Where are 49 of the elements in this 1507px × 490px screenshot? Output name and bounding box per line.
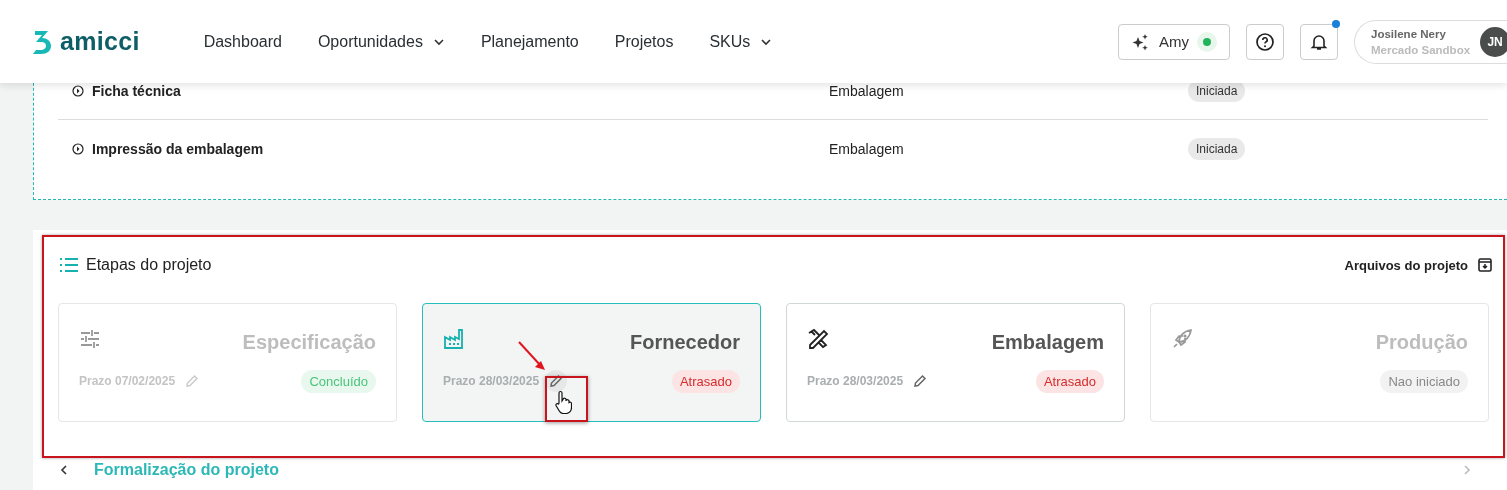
status-badge: Iniciada xyxy=(1188,138,1246,160)
logo-icon xyxy=(30,28,54,55)
nav-link[interactable]: Planejamento xyxy=(480,32,579,51)
stage-card[interactable]: Fornecedor Prazo 28/03/2025 Atrasado xyxy=(422,303,761,422)
status-badge: Concluído xyxy=(301,369,376,393)
user-name: Josilene Nery xyxy=(1371,26,1447,42)
section-title: Etapas do projeto xyxy=(86,256,212,274)
archive-download-icon xyxy=(1478,258,1492,272)
task-name: Ficha técnica xyxy=(92,83,181,99)
status-badge: Atrasado xyxy=(671,369,740,393)
stage-title: Especificação xyxy=(242,331,376,354)
ruler-pencil-icon xyxy=(807,328,829,350)
deadline-text: Prazo 07/02/2025 xyxy=(79,374,176,388)
nav-link[interactable]: Oportunidades xyxy=(317,32,445,51)
factory-icon xyxy=(443,328,465,350)
stage-title: Fornecedor xyxy=(629,331,740,354)
deadline-text: Prazo 28/03/2025 xyxy=(443,374,540,388)
task-category: Embalagem xyxy=(829,83,905,99)
stage-title: Embalagem xyxy=(991,331,1104,354)
project-files-link[interactable]: Arquivos do projeto xyxy=(1344,257,1492,273)
rocket-icon xyxy=(1171,328,1193,350)
nav-link[interactable]: Projetos xyxy=(614,32,674,51)
assistant-button[interactable]: Amy xyxy=(1118,23,1230,60)
list-icon xyxy=(60,258,78,272)
stage-title: Produção xyxy=(1375,331,1468,354)
chevron-left-icon xyxy=(58,464,70,476)
pencil-icon xyxy=(913,374,928,388)
notifications-button[interactable] xyxy=(1300,23,1338,60)
help-button[interactable] xyxy=(1246,23,1284,60)
help-icon xyxy=(1255,31,1275,52)
pencil-icon xyxy=(185,374,200,388)
logo-text: amicci xyxy=(60,27,140,56)
chevron-right-icon xyxy=(1461,464,1473,476)
task-name: Impressão da embalagem xyxy=(92,141,264,157)
arrow-icon xyxy=(517,340,547,372)
user-menu[interactable]: Josilene Nery Mercado Sandbox JN xyxy=(1354,19,1507,64)
status-badge: Atrasado xyxy=(1035,369,1104,393)
pencil-icon xyxy=(549,374,564,388)
user-avatar: JN xyxy=(1480,26,1507,57)
stage-card[interactable]: Embalagem Prazo 28/03/2025 Atrasado xyxy=(786,303,1125,422)
sliders-icon xyxy=(79,328,101,350)
status-badge: Nao iniciado xyxy=(1380,369,1468,393)
nav-link[interactable]: Dashboard xyxy=(203,32,282,51)
task-category: Embalagem xyxy=(829,141,905,157)
nav-link[interactable]: SKUs xyxy=(709,32,773,51)
hand-cursor-icon xyxy=(554,390,572,414)
previous-button[interactable] xyxy=(58,464,70,476)
user-organization: Mercado Sandbox xyxy=(1371,42,1471,58)
deadline-text: Prazo 28/03/2025 xyxy=(807,374,904,388)
